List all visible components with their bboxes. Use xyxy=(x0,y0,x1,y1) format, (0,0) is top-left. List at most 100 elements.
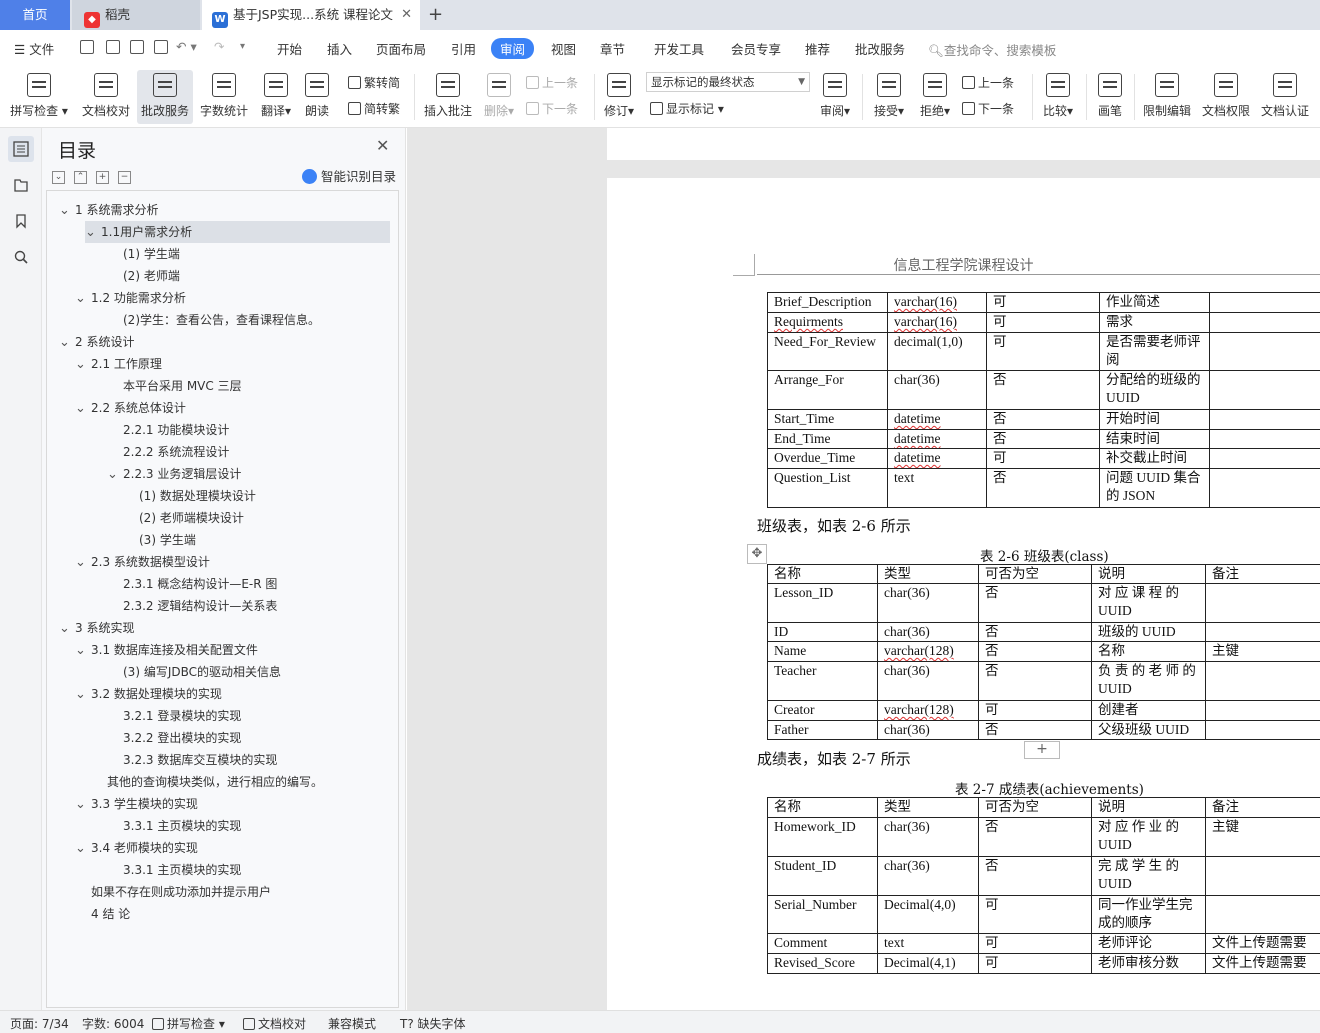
table-cell[interactable]: Arrange_For xyxy=(767,370,888,410)
delete-comment-button[interactable]: 删除▾ xyxy=(478,70,520,124)
table-cell[interactable]: Question_List xyxy=(767,468,888,508)
table-cell[interactable]: 问题 UUID 集合的 JSON xyxy=(1099,468,1210,508)
table-cell[interactable]: datetime xyxy=(887,409,987,430)
table-cell[interactable]: 类型 xyxy=(877,797,979,818)
toc-entry[interactable]: (2) 老师端 xyxy=(123,265,180,287)
table-cell[interactable] xyxy=(1205,583,1320,623)
markup-mode-select[interactable]: 显示标记的最终状态 ▼ xyxy=(646,72,810,92)
chevron-down-icon[interactable]: ⌄ xyxy=(59,618,75,640)
table-cell[interactable] xyxy=(1205,622,1320,642)
chevron-down-icon[interactable]: ⌄ xyxy=(75,684,91,706)
toc-entry[interactable]: ⌄ 2.3 系统数据模型设计 xyxy=(75,551,210,573)
table-cell[interactable]: Overdue_Time xyxy=(767,448,888,469)
table-cell[interactable]: char(36) xyxy=(887,370,987,410)
toc-entry[interactable]: 3.2.3 数据库交互模块的实现 xyxy=(123,749,277,771)
table-cell[interactable]: 否 xyxy=(986,370,1100,410)
undo-icon[interactable]: ↶ ▾ xyxy=(176,39,197,54)
table-cell[interactable]: varchar(128) xyxy=(877,700,979,721)
toc-entry[interactable]: (1) 学生端 xyxy=(123,243,180,265)
toc-entry[interactable]: (3) 学生端 xyxy=(139,529,196,551)
table-cell[interactable]: 否 xyxy=(978,720,1092,740)
new-tab-button[interactable]: + xyxy=(428,4,443,25)
table-cell[interactable] xyxy=(1209,312,1320,333)
menu-developer[interactable]: 开发工具 xyxy=(654,39,704,58)
table-cell[interactable]: 主键 xyxy=(1205,641,1320,662)
table-cell[interactable]: Revised_Score xyxy=(767,953,878,974)
next-change-button[interactable]: 下一条 xyxy=(962,100,1014,117)
close-icon[interactable]: ✕ xyxy=(401,0,412,30)
table-cell[interactable]: ID xyxy=(767,622,878,642)
table-cell[interactable]: 是否需要老师评阅 xyxy=(1099,332,1210,371)
table-cell[interactable]: 说明 xyxy=(1091,564,1206,584)
table-cell[interactable]: 分配给的班级的 UUID xyxy=(1099,370,1210,410)
table-cell[interactable]: 补交截止时间 xyxy=(1099,448,1210,469)
table-cell[interactable] xyxy=(1209,292,1320,313)
table-cell[interactable]: Requirments xyxy=(767,312,888,333)
collapse-all-icon[interactable]: ⌃ xyxy=(74,171,87,184)
menu-correction[interactable]: 批改服务 xyxy=(855,39,905,58)
table-cell[interactable]: 老师审核分数 xyxy=(1091,953,1206,974)
toc-entry[interactable]: ⌄ 3.1 数据库连接及相关配置文件 xyxy=(75,639,258,661)
spellcheck-button[interactable]: 拼写检查 ▾ xyxy=(8,70,70,124)
table-cell[interactable] xyxy=(1205,895,1320,934)
table-cell[interactable]: 主键 xyxy=(1205,817,1320,857)
toc-entry[interactable]: ⌄ 2.1 工作原理 xyxy=(75,353,162,375)
menu-chapter[interactable]: 章节 xyxy=(600,39,625,58)
table-cell[interactable]: 可否为空 xyxy=(978,797,1092,818)
reject-button[interactable]: 拒绝▾ xyxy=(914,70,956,124)
tab-daoke[interactable]: ◆ 稻壳 xyxy=(72,0,200,30)
chevron-down-icon[interactable]: ⌄ xyxy=(75,640,91,662)
menu-recommend[interactable]: 推荐 xyxy=(805,39,830,58)
toc-entry[interactable]: 2.2.1 功能模块设计 xyxy=(123,419,229,441)
table-cell[interactable]: 班级的 UUID xyxy=(1091,622,1206,642)
chevron-down-icon[interactable]: ⌄ xyxy=(59,332,75,354)
chevron-down-icon[interactable]: ⌄ xyxy=(107,464,123,486)
toc-entry[interactable]: ⌄ 3.2 数据处理模块的实现 xyxy=(75,683,222,705)
table-cell[interactable]: 可 xyxy=(986,292,1100,313)
menu-review[interactable]: 审阅 xyxy=(491,38,535,59)
menu-reference[interactable]: 引用 xyxy=(451,39,476,58)
table-cell[interactable]: varchar(128) xyxy=(877,641,979,662)
show-markup-button[interactable]: 显示标记 ▾ xyxy=(650,100,724,117)
table-cell[interactable]: 可 xyxy=(986,332,1100,371)
table-cell[interactable]: Need_For_Review xyxy=(767,332,888,371)
toc-entry[interactable]: (1) 数据处理模块设计 xyxy=(139,485,256,507)
toc-entry[interactable]: 3.2.1 登录模块的实现 xyxy=(123,705,241,727)
status-proofread[interactable]: 文档校对 xyxy=(243,1015,306,1032)
compare-button[interactable]: 比较▾ xyxy=(1036,70,1080,124)
expand-all-icon[interactable]: ⌄ xyxy=(52,171,65,184)
toc-entry[interactable]: 4 结 论 xyxy=(91,903,130,925)
chevron-down-icon[interactable]: ⌄ xyxy=(75,794,91,816)
toc-entry[interactable]: 2.3.2 逻辑结构设计—关系表 xyxy=(123,595,277,617)
table-cell[interactable]: 完 成 学 生 的 UUID xyxy=(1091,856,1206,896)
toc-entry[interactable]: ⌄ 1 系统需求分析 xyxy=(59,199,158,221)
table-cell[interactable] xyxy=(1209,448,1320,469)
table-cell[interactable]: 文件上传题需要 xyxy=(1205,953,1320,974)
toc-entry[interactable]: ⌄ 2.2 系统总体设计 xyxy=(75,397,186,419)
toc-entry[interactable]: (2)学生：查看公告，查看课程信息。 xyxy=(123,309,320,331)
table-cell[interactable]: 名称 xyxy=(767,564,878,584)
table-cell[interactable]: 可 xyxy=(986,448,1100,469)
read-aloud-button[interactable]: 朗读 xyxy=(298,70,336,124)
table-cell[interactable]: End_Time xyxy=(767,429,888,449)
chevron-down-icon[interactable]: ⌄ xyxy=(75,838,91,860)
table-cell[interactable] xyxy=(1209,468,1320,508)
menu-page-layout[interactable]: 页面布局 xyxy=(376,39,426,58)
table-cell[interactable]: Father xyxy=(767,720,878,740)
table-cell[interactable]: char(36) xyxy=(877,720,979,740)
table-cell[interactable] xyxy=(1209,332,1320,371)
table-cell[interactable]: 可 xyxy=(978,933,1092,954)
table-cell[interactable] xyxy=(1209,409,1320,430)
table-cell[interactable]: char(36) xyxy=(877,856,979,896)
table-cell[interactable]: 说明 xyxy=(1091,797,1206,818)
print-preview-icon[interactable] xyxy=(154,40,168,54)
table-cell[interactable]: Lesson_ID xyxy=(767,583,878,623)
toc-entry[interactable]: ⌄ 3.4 老师模块的实现 xyxy=(75,837,198,859)
table-cell[interactable]: 否 xyxy=(978,661,1092,701)
table-cell[interactable]: 类型 xyxy=(877,564,979,584)
chevron-down-icon[interactable]: ⌄ xyxy=(59,200,75,222)
export-pdf-icon[interactable] xyxy=(106,40,120,54)
table-cell[interactable]: 否 xyxy=(978,622,1092,642)
table-cell[interactable]: char(36) xyxy=(877,583,979,623)
toc-entry[interactable]: ⌄ 3 系统实现 xyxy=(59,617,134,639)
